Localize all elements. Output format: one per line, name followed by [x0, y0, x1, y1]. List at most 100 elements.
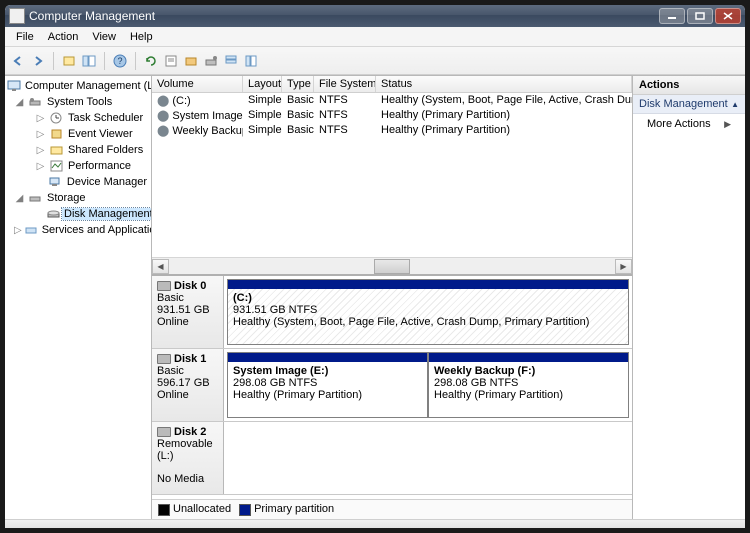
tools-icon	[27, 95, 43, 109]
hscrollbar[interactable]: ◀ ▶	[152, 257, 632, 274]
drive-icon: ⬤	[157, 110, 169, 122]
tree-storage[interactable]: ◢Storage	[5, 190, 151, 206]
volume-row[interactable]: ⬤ (C:) Simple Basic NTFS Healthy (System…	[152, 93, 632, 108]
up-button[interactable]	[60, 52, 78, 70]
disk-icon	[157, 281, 171, 291]
menu-action[interactable]: Action	[41, 29, 86, 45]
partition[interactable]: (C:) 931.51 GB NTFS Healthy (System, Boo…	[227, 279, 629, 345]
disk-icon	[47, 207, 60, 221]
computer-icon	[7, 79, 21, 93]
volume-list-header[interactable]: Volume Layout Type File System Status	[152, 76, 632, 93]
folder-share-icon	[48, 143, 64, 157]
expand-icon[interactable]: ▷	[35, 145, 46, 156]
disk-row[interactable]: Disk 1 Basic 596.17 GB Online System Ima…	[152, 349, 632, 422]
app-icon	[9, 8, 25, 24]
more-actions-item[interactable]: More Actions ▶	[633, 114, 745, 134]
actions-section[interactable]: Disk Management ▲	[633, 95, 745, 114]
expand-icon[interactable]: ▷	[35, 113, 46, 124]
col-volume[interactable]: Volume	[152, 76, 243, 92]
drive-icon: ⬤	[157, 125, 169, 137]
services-icon	[24, 223, 38, 237]
collapse-icon[interactable]: ◢	[14, 97, 25, 108]
chevron-right-icon: ▶	[724, 119, 731, 130]
disk-icon	[157, 427, 171, 437]
scroll-left-button[interactable]: ◀	[152, 259, 169, 274]
tree-system-tools[interactable]: ◢ System Tools	[5, 94, 151, 110]
help-button[interactable]: ?	[111, 52, 129, 70]
disk-settings-button[interactable]	[202, 52, 220, 70]
storage-icon	[27, 191, 43, 205]
triangle-up-icon: ▲	[731, 100, 739, 109]
disk-info: Disk 1 Basic 596.17 GB Online	[152, 349, 224, 421]
disk-icon	[157, 354, 171, 364]
col-type[interactable]: Type	[282, 76, 314, 92]
partition-title: (C:)	[233, 292, 252, 304]
legend-swatch-unallocated	[158, 504, 170, 516]
actions-header: Actions	[633, 76, 745, 95]
disk-info: Disk 2 Removable (L:) No Media	[152, 422, 224, 494]
col-filesystem[interactable]: File System	[314, 76, 376, 92]
forward-button[interactable]	[29, 52, 47, 70]
actions-pane: Actions Disk Management ▲ More Actions ▶	[633, 76, 745, 519]
volume-row[interactable]: ⬤ Weekly Backup (F:) Simple Basic NTFS H…	[152, 123, 632, 138]
partition-header	[228, 280, 628, 289]
disk-info: Disk 0 Basic 931.51 GB Online	[152, 276, 224, 348]
tree-shared-folders[interactable]: ▷Shared Folders	[5, 142, 151, 158]
partition[interactable]: System Image (E:) 298.08 GB NTFS Healthy…	[227, 352, 428, 418]
tree-services[interactable]: ▷Services and Applications	[5, 222, 151, 238]
partition-title: System Image (E:)	[233, 365, 328, 377]
expand-icon[interactable]: ▷	[14, 225, 22, 236]
partition-header	[228, 353, 427, 362]
menu-file[interactable]: File	[9, 29, 41, 45]
col-status[interactable]: Status	[376, 76, 632, 92]
show-hide-button[interactable]	[80, 52, 98, 70]
titlebar[interactable]: Computer Management	[5, 5, 745, 27]
collapse-icon[interactable]: ◢	[14, 193, 25, 204]
minimize-button[interactable]	[659, 8, 685, 24]
svg-text:?: ?	[117, 56, 122, 66]
legend-swatch-primary	[239, 504, 251, 516]
menu-view[interactable]: View	[85, 29, 123, 45]
scroll-right-button[interactable]: ▶	[615, 259, 632, 274]
main-panel: Volume Layout Type File System Status ⬤ …	[152, 76, 633, 519]
menu-help[interactable]: Help	[123, 29, 160, 45]
expand-icon[interactable]: ▷	[35, 129, 46, 140]
volume-list[interactable]: ⬤ (C:) Simple Basic NTFS Healthy (System…	[152, 93, 632, 257]
menubar: File Action View Help	[5, 27, 745, 47]
device-icon	[47, 175, 63, 189]
settings-button[interactable]	[182, 52, 200, 70]
chart-icon	[48, 159, 64, 173]
col-layout[interactable]: Layout	[243, 76, 282, 92]
tree-event-viewer[interactable]: ▷Event Viewer	[5, 126, 151, 142]
scroll-track[interactable]	[169, 259, 615, 274]
window-title: Computer Management	[29, 9, 659, 23]
partition[interactable]: Weekly Backup (F:) 298.08 GB NTFS Health…	[428, 352, 629, 418]
tree-root[interactable]: Computer Management (Local	[5, 78, 151, 94]
tree-task-scheduler[interactable]: ▷Task Scheduler	[5, 110, 151, 126]
refresh-button[interactable]	[142, 52, 160, 70]
content-area: Computer Management (Local ◢ System Tool…	[5, 75, 745, 519]
disk-row[interactable]: Disk 2 Removable (L:) No Media	[152, 422, 632, 495]
list-view-button[interactable]	[222, 52, 240, 70]
partition-header	[429, 353, 628, 362]
scroll-thumb[interactable]	[374, 259, 410, 274]
tree-performance[interactable]: ▷Performance	[5, 158, 151, 174]
navigation-tree[interactable]: Computer Management (Local ◢ System Tool…	[5, 76, 152, 519]
drive-icon: ⬤	[157, 95, 169, 107]
graphical-view[interactable]: Disk 0 Basic 931.51 GB Online (C:) 931.5…	[152, 274, 632, 499]
properties-button[interactable]	[162, 52, 180, 70]
expand-icon[interactable]: ▷	[35, 161, 46, 172]
tree-device-manager[interactable]: Device Manager	[5, 174, 151, 190]
maximize-button[interactable]	[687, 8, 713, 24]
book-icon	[48, 127, 64, 141]
volume-row[interactable]: ⬤ System Image (E:) Simple Basic NTFS He…	[152, 108, 632, 123]
close-button[interactable]	[715, 8, 741, 24]
statusbar	[5, 519, 745, 528]
tree-disk-management[interactable]: Disk Management	[5, 206, 151, 222]
legend: Unallocated Primary partition	[152, 499, 632, 519]
clock-icon	[48, 111, 64, 125]
window: Computer Management File Action View Hel…	[4, 4, 746, 529]
disk-row[interactable]: Disk 0 Basic 931.51 GB Online (C:) 931.5…	[152, 276, 632, 349]
back-button[interactable]	[9, 52, 27, 70]
detail-view-button[interactable]	[242, 52, 260, 70]
